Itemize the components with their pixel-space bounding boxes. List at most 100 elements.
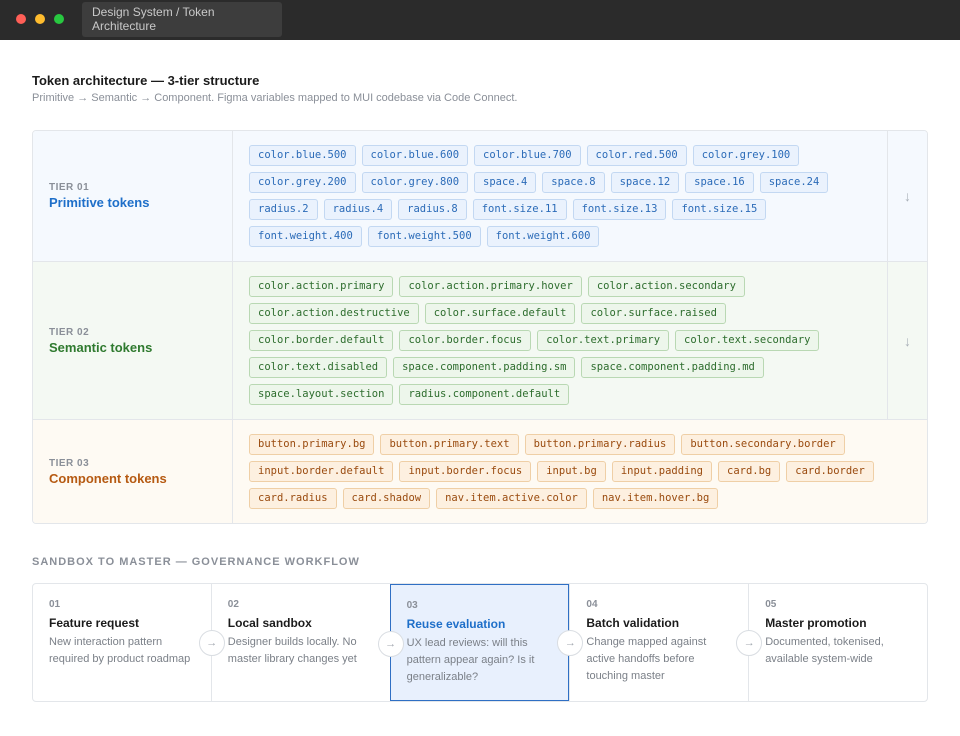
- workflow-step[interactable]: → 05 Master promotion Documented, tokenised…: [736, 584, 927, 701]
- token-chip[interactable]: button.primary.radius: [524, 434, 676, 455]
- token-list: button.primary.bg button.primary.text butt…: [233, 420, 927, 523]
- token-tiers: TIER 01 Primitive tokens color.blue.500 c…: [32, 130, 928, 524]
- workflow-step[interactable]: 01 Feature request New interaction pattern…: [33, 584, 211, 701]
- tier-number: TIER 02: [49, 326, 90, 338]
- token-chip[interactable]: card.border: [786, 461, 874, 482]
- main-content: Token architecture — 3-tier structure Pr…: [0, 40, 960, 702]
- token-chip[interactable]: radius.component.default: [399, 384, 570, 405]
- token-chip[interactable]: color.blue.500: [249, 145, 356, 166]
- governance-section-label: SANDBOX TO MASTER — GOVERNANCE WORKFLOW: [32, 556, 360, 568]
- minimize-window-button[interactable]: [35, 14, 45, 24]
- token-chip[interactable]: space.layout.section: [249, 384, 394, 405]
- window-tab[interactable]: Design System / Token Architecture: [82, 2, 282, 37]
- tier-label: TIER 01 Primitive tokens: [33, 131, 233, 261]
- tier-primitive: TIER 01 Primitive tokens color.blue.500 c…: [33, 131, 927, 261]
- step-title: Local sandbox: [227, 616, 312, 630]
- close-window-button[interactable]: [16, 14, 26, 24]
- tier-component: TIER 03 Component tokens button.primary.…: [33, 419, 927, 523]
- token-chip[interactable]: color.text.primary: [537, 330, 670, 351]
- token-chip[interactable]: color.border.default: [249, 330, 394, 351]
- token-chip[interactable]: space.16: [685, 172, 754, 193]
- step-number: 02: [227, 599, 239, 610]
- tier-label: TIER 02 Semantic tokens: [33, 262, 233, 419]
- page-subtitle: Primitive → Semantic → Component. Figma …: [32, 92, 518, 104]
- token-chip[interactable]: button.secondary.border: [681, 434, 845, 455]
- down-arrow-icon: ↓: [887, 262, 927, 419]
- token-list: color.blue.500 color.blue.600 color.blue.7…: [233, 131, 887, 261]
- step-title: Master promotion: [765, 616, 867, 630]
- token-chip[interactable]: space.component.padding.sm: [393, 357, 576, 378]
- arrow-right-icon: →: [198, 630, 225, 656]
- token-chip[interactable]: space.4: [474, 172, 537, 193]
- down-arrow-icon: ↓: [887, 131, 927, 261]
- token-chip[interactable]: font.weight.400: [249, 226, 362, 247]
- token-chip[interactable]: button.primary.text: [380, 434, 519, 455]
- token-chip[interactable]: color.border.focus: [399, 330, 532, 351]
- token-chip[interactable]: card.bg: [718, 461, 781, 482]
- token-chip[interactable]: space.12: [610, 172, 680, 193]
- step-description: New interaction pattern required by prod…: [49, 636, 191, 665]
- tier-semantic: TIER 02 Semantic tokens color.action.pri…: [33, 261, 927, 419]
- workflow-step[interactable]: → 02 Local sandbox Designer builds locally.…: [198, 584, 390, 701]
- workflow-step[interactable]: → 04 Batch validation Change mapped against…: [557, 584, 748, 701]
- token-chip[interactable]: input.border.default: [249, 461, 394, 482]
- governance-workflow: 01 Feature request New interaction pattern…: [32, 583, 928, 702]
- token-chip[interactable]: color.grey.800: [361, 172, 469, 193]
- token-chip[interactable]: radius.4: [323, 199, 393, 220]
- token-chip[interactable]: color.text.disabled: [249, 357, 388, 378]
- tier-number: TIER 01: [49, 182, 90, 193]
- step-description: UX lead reviews: will this pattern appea…: [406, 637, 535, 683]
- token-chip[interactable]: color.blue.600: [361, 145, 469, 166]
- token-chip[interactable]: input.padding: [611, 461, 712, 482]
- tier-label: TIER 03 Component tokens: [33, 420, 233, 523]
- token-chip[interactable]: color.action.primary: [249, 276, 394, 297]
- token-chip[interactable]: font.size.11: [472, 199, 567, 220]
- tier-name: Semantic tokens: [49, 339, 153, 355]
- token-chip[interactable]: font.weight.600: [486, 226, 600, 247]
- tier-number: TIER 03: [49, 457, 90, 469]
- step-description: Change mapped against active handoffs be…: [586, 636, 707, 682]
- token-chip[interactable]: color.surface.raised: [581, 303, 726, 324]
- token-chip[interactable]: color.action.primary.hover: [399, 276, 582, 297]
- token-chip[interactable]: card.shadow: [342, 488, 431, 509]
- token-chip[interactable]: nav.item.active.color: [436, 488, 587, 509]
- token-chip[interactable]: color.grey.200: [249, 172, 356, 193]
- tier-name: Primitive tokens: [49, 195, 150, 210]
- token-chip[interactable]: input.border.focus: [399, 461, 532, 482]
- token-chip[interactable]: font.size.13: [572, 199, 667, 220]
- window-titlebar: Design System / Token Architecture: [0, 0, 960, 40]
- arrow-right-icon: →: [557, 630, 584, 656]
- token-chip[interactable]: input.bg: [537, 461, 606, 482]
- token-chip[interactable]: space.8: [542, 172, 605, 193]
- token-list: color.action.primary color.action.primary…: [233, 262, 887, 419]
- step-description: Documented, tokenised, available system-…: [765, 636, 884, 665]
- step-title: Batch validation: [586, 616, 680, 630]
- step-title: Reuse evaluation: [406, 617, 506, 631]
- token-chip[interactable]: nav.item.hover.bg: [592, 488, 719, 509]
- token-chip[interactable]: color.text.secondary: [675, 330, 820, 351]
- arrow-right-icon: →: [736, 630, 763, 656]
- step-number: 03: [406, 600, 418, 611]
- step-title: Feature request: [49, 616, 140, 630]
- token-chip[interactable]: font.size.15: [672, 199, 767, 220]
- token-chip[interactable]: color.action.secondary: [587, 276, 745, 297]
- window-controls: [16, 14, 64, 24]
- token-chip[interactable]: color.red.500: [586, 145, 687, 166]
- token-chip[interactable]: font.weight.500: [367, 226, 481, 247]
- token-chip[interactable]: space.component.padding.md: [581, 357, 764, 378]
- token-chip[interactable]: color.grey.100: [692, 145, 800, 166]
- token-chip[interactable]: radius.8: [398, 199, 467, 220]
- token-chip[interactable]: button.primary.bg: [249, 434, 375, 455]
- step-number: 04: [586, 599, 598, 610]
- token-chip[interactable]: space.24: [759, 172, 829, 193]
- step-description: Designer builds locally. No master libra…: [227, 636, 357, 665]
- token-chip[interactable]: color.blue.700: [474, 145, 581, 166]
- token-chip[interactable]: card.radius: [249, 488, 337, 509]
- tier-name: Component tokens: [49, 470, 167, 486]
- token-chip[interactable]: radius.2: [249, 199, 318, 220]
- token-chip[interactable]: color.surface.default: [424, 303, 576, 324]
- workflow-step[interactable]: → 03 Reuse evaluation UX lead reviews: will…: [377, 584, 570, 701]
- token-chip[interactable]: color.action.destructive: [249, 303, 419, 324]
- arrow-right-icon: →: [377, 631, 404, 657]
- zoom-window-button[interactable]: [54, 14, 64, 24]
